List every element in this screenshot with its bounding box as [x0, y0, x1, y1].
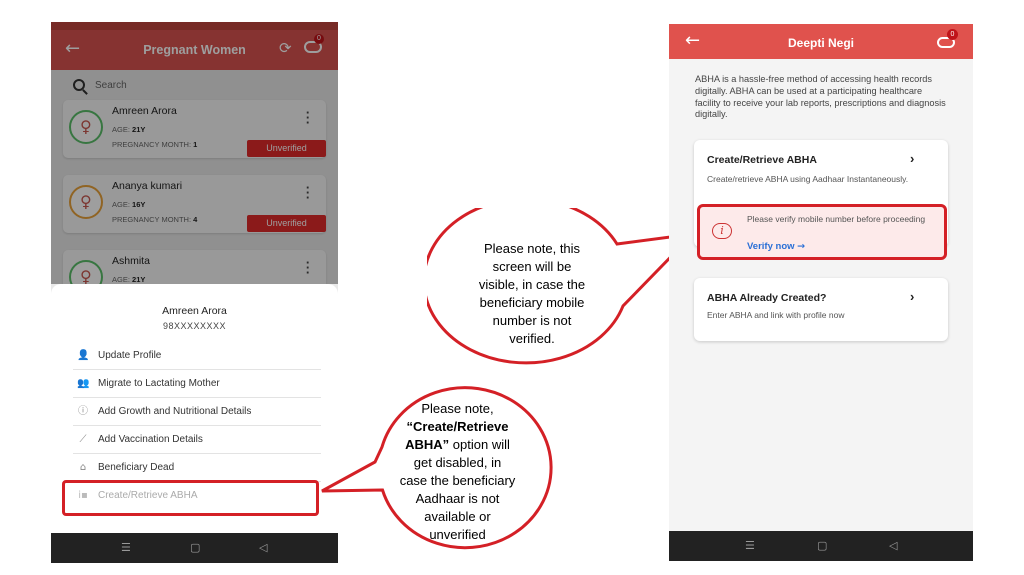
abha-intro-text: ABHA is a hassle-free method of accessin… — [695, 74, 946, 120]
menu-item-label: Add Growth and Nutritional Details — [98, 406, 252, 417]
sheet-beneficiary-phone: 98XXXXXXXX — [162, 321, 227, 331]
right-phone-screen: ← Deepti Negi 0 ABHA is a hassle-free me… — [669, 24, 973, 561]
chevron-right-icon: › — [910, 289, 915, 304]
home-icon[interactable]: ▢ — [190, 541, 200, 554]
system-nav-bar: ☰ ▢ ◁ — [669, 531, 973, 561]
verify-now-link[interactable]: Verify now → — [747, 241, 805, 252]
menu-item-growth[interactable]: ⓘ Add Growth and Nutritional Details — [73, 398, 321, 426]
menu-item-label: Beneficiary Dead — [98, 462, 175, 473]
callout-text-right: Please note, this screen will be visible… — [478, 241, 586, 346]
menu-item-migrate[interactable]: 👥 Migrate to Lactating Mother — [73, 370, 321, 398]
menu-item-beneficiary-dead[interactable]: ⌂ Beneficiary Dead — [73, 454, 321, 482]
verify-mobile-warning: i Please verify mobile number before pro… — [697, 204, 947, 260]
menu-item-update-profile[interactable]: 👤 Update Profile — [73, 342, 321, 370]
home-icon[interactable]: ▢ — [817, 539, 827, 552]
page-title: Deepti Negi — [787, 36, 854, 50]
back-nav-icon[interactable]: ◁ — [889, 539, 897, 552]
highlight-box-create-retrieve-abha — [62, 480, 319, 516]
user-edit-icon: 👤 — [77, 350, 90, 361]
warning-text: Please verify mobile number before proce… — [747, 214, 926, 224]
modal-overlay[interactable] — [51, 22, 338, 284]
card-description: Create/retrieve ABHA using Aadhaar Insta… — [707, 174, 909, 184]
info-icon: ⓘ — [78, 406, 88, 417]
card-description: Enter ABHA and link with profile now — [707, 310, 845, 320]
abha-already-created-card[interactable]: ABHA Already Created? › Enter ABHA and l… — [694, 278, 948, 341]
card-title: Create/Retrieve ABHA — [707, 154, 817, 166]
sync-count-badge: 0 — [947, 29, 958, 40]
bell-icon: ⌂ — [79, 462, 87, 473]
menu-item-label: Add Vaccination Details — [98, 434, 203, 445]
chevron-right-icon: › — [910, 151, 915, 166]
arrow-right-icon: → — [797, 241, 806, 252]
callout-text-left: Please note, “Create/Retrieve ABHA” opti… — [399, 401, 516, 542]
recent-apps-icon[interactable]: ☰ — [121, 541, 131, 554]
info-icon: i — [712, 223, 732, 239]
menu-item-label: Update Profile — [98, 350, 162, 361]
back-nav-icon[interactable]: ◁ — [259, 541, 267, 554]
system-nav-bar: ☰ ▢ ◁ — [51, 533, 338, 563]
app-header: ← Deepti Negi 0 — [669, 24, 973, 59]
menu-item-vaccination[interactable]: ⟋ Add Vaccination Details — [73, 426, 321, 454]
menu-item-label: Migrate to Lactating Mother — [98, 378, 220, 389]
sheet-beneficiary-name: Amreen Arora — [162, 305, 227, 317]
user-migrate-icon: 👥 — [77, 378, 90, 389]
slide: ← Pregnant Women ⟳ 0 Search Amreen Arora… — [0, 0, 1024, 575]
card-title: ABHA Already Created? — [707, 292, 827, 304]
recent-apps-icon[interactable]: ☰ — [745, 539, 755, 552]
syringe-icon: ⟋ — [79, 434, 87, 445]
